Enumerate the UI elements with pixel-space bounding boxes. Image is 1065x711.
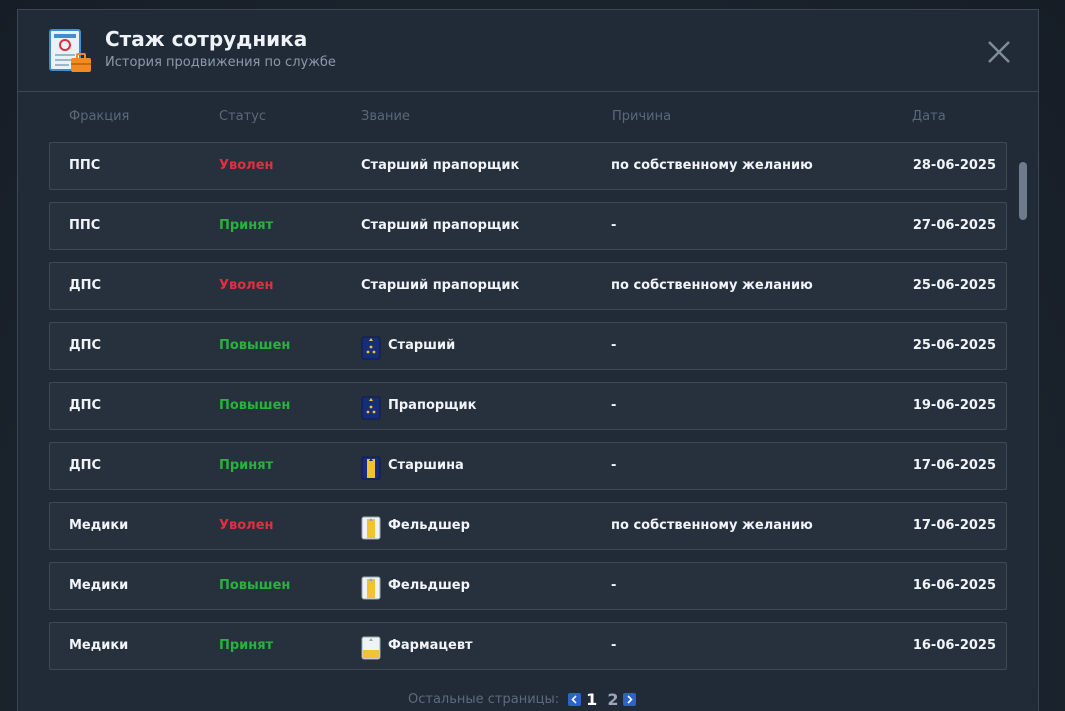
rank-label: Старший прапорщик (361, 158, 520, 173)
dialog-header: Стаж сотрудника История продвижения по с… (18, 10, 1038, 92)
reason-cell: - (611, 458, 617, 473)
reason-cell: - (611, 338, 617, 353)
page-2-button[interactable]: 2 (607, 690, 618, 709)
table-row[interactable]: ДПС Повышен Прапорщик - 19-06-2025 (49, 382, 1007, 430)
rank-cell: Старший (361, 323, 601, 369)
medic-strap-icon (361, 514, 381, 540)
scrollbar-thumb[interactable] (1019, 162, 1027, 220)
column-header-date: Дата (912, 109, 946, 124)
table-row[interactable]: ППС Уволен Старший прапорщик по собственном… (49, 142, 1007, 190)
medic-strap-icon (361, 574, 381, 600)
police-shoulder-strap-icon (361, 334, 381, 360)
column-header-rank: Звание (361, 109, 410, 124)
status-cell: Повышен (219, 338, 291, 353)
column-header-faction: Фракция (69, 109, 130, 124)
police-sergeant-strap-icon (361, 454, 381, 480)
column-header-status: Статус (219, 109, 267, 124)
reason-cell: - (611, 218, 617, 233)
date-cell: 28-06-2025 (912, 158, 996, 173)
reason-cell: по собственному желанию (611, 518, 813, 533)
date-cell: 17-06-2025 (912, 458, 996, 473)
rank-label: Старший прапорщик (361, 278, 520, 293)
reason-cell: - (611, 638, 617, 653)
date-cell: 17-06-2025 (912, 518, 996, 533)
date-cell: 27-06-2025 (912, 218, 996, 233)
pharmacist-strap-icon (361, 634, 381, 660)
table-row[interactable]: ДПС Принят Старшина - 17-06-2025 (49, 442, 1007, 490)
status-cell: Повышен (219, 398, 291, 413)
rank-cell: Фельдшер (361, 503, 601, 549)
status-cell: Принят (219, 458, 274, 473)
date-cell: 25-06-2025 (912, 278, 996, 293)
rank-label: Фельдшер (388, 578, 470, 593)
table-row[interactable]: ДПС Уволен Старший прапорщик по собственном… (49, 262, 1007, 310)
reason-cell: - (611, 398, 617, 413)
service-history-dialog: Стаж сотрудника История продвижения по с… (17, 9, 1039, 711)
page-1-button[interactable]: 1 (586, 690, 597, 709)
table-row[interactable]: Медики Принят Фармацевт - 16-06-2025 (49, 622, 1007, 670)
status-cell: Принят (219, 638, 274, 653)
dialog-subtitle: История продвижения по службе (105, 55, 336, 70)
pagination-label: Остальные страницы: (408, 691, 560, 707)
dialog-title: Стаж сотрудника (105, 27, 308, 51)
reason-cell: по собственному желанию (611, 278, 813, 293)
date-cell: 25-06-2025 (912, 338, 996, 353)
rank-cell: Старший прапорщик (361, 263, 601, 309)
chevron-left-icon[interactable] (568, 692, 582, 706)
rank-cell: Фельдшер (361, 563, 601, 609)
column-header-reason: Причина (612, 109, 672, 124)
history-table: ППС Уволен Старший прапорщик по собственном… (49, 142, 1007, 672)
rank-label: Старшина (388, 458, 464, 473)
faction-cell: Медики (69, 638, 129, 653)
faction-cell: Медики (69, 518, 129, 533)
faction-cell: Медики (69, 578, 129, 593)
date-cell: 19-06-2025 (912, 398, 996, 413)
date-cell: 16-06-2025 (912, 578, 996, 593)
faction-cell: ДПС (69, 338, 101, 353)
table-row[interactable]: ДПС Повышен Старший - 25-06-2025 (49, 322, 1007, 370)
rank-label: Старший прапорщик (361, 218, 520, 233)
scrollbar[interactable] (1017, 160, 1029, 680)
rank-label: Фельдшер (388, 518, 470, 533)
table-row[interactable]: Медики Уволен Фельдшер по собственному жела… (49, 502, 1007, 550)
status-cell: Уволен (219, 518, 274, 533)
chevron-right-icon[interactable] (623, 692, 637, 706)
status-cell: Принят (219, 218, 274, 233)
date-cell: 16-06-2025 (912, 638, 996, 653)
close-icon[interactable] (984, 37, 1014, 67)
document-briefcase-icon (49, 29, 91, 72)
rank-cell: Фармацевт (361, 623, 601, 669)
faction-cell: ДПС (69, 278, 101, 293)
table-row[interactable]: Медики Повышен Фельдшер - 16-06-2025 (49, 562, 1007, 610)
faction-cell: ППС (69, 218, 101, 233)
table-row[interactable]: ППС Принят Старший прапорщик - 27-06-2025 (49, 202, 1007, 250)
rank-label: Прапорщик (388, 398, 477, 413)
rank-cell: Старший прапорщик (361, 203, 601, 249)
rank-label: Фармацевт (388, 638, 473, 653)
rank-cell: Прапорщик (361, 383, 601, 429)
rank-label: Старший (388, 338, 456, 353)
faction-cell: ДПС (69, 458, 101, 473)
status-cell: Уволен (219, 278, 274, 293)
status-cell: Повышен (219, 578, 291, 593)
rank-cell: Старшина (361, 443, 601, 489)
police-shoulder-strap-icon (361, 394, 381, 420)
reason-cell: - (611, 578, 617, 593)
faction-cell: ДПС (69, 398, 101, 413)
faction-cell: ППС (69, 158, 101, 173)
status-cell: Уволен (219, 158, 274, 173)
reason-cell: по собственному желанию (611, 158, 813, 173)
rank-cell: Старший прапорщик (361, 143, 601, 189)
pagination: Остальные страницы: 1 2 (408, 688, 637, 710)
